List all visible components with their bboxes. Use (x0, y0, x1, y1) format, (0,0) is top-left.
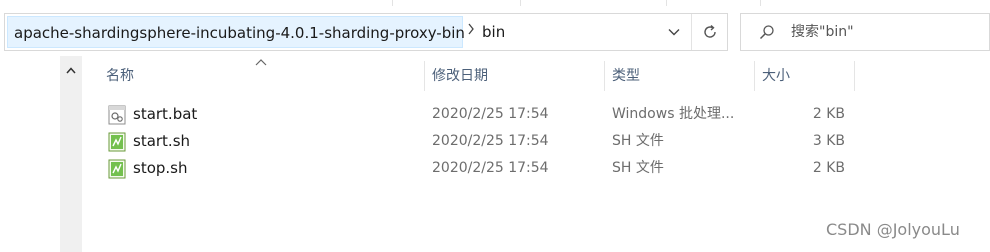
search-box[interactable]: 搜索"bin" (740, 13, 990, 51)
column-divider[interactable] (754, 61, 755, 91)
file-name: stop.sh (133, 159, 188, 177)
ribbon-separator (666, 0, 667, 6)
breadcrumb-parent-folder[interactable]: apache-shardingsphere-incubating-4.0.1-s… (7, 16, 465, 48)
file-explorer-window: apache-shardingsphere-incubating-4.0.1-s… (0, 0, 990, 252)
search-icon (757, 14, 777, 50)
column-divider[interactable] (604, 61, 605, 91)
ribbon-separator (520, 0, 521, 6)
column-header-name[interactable]: 名称 (106, 61, 134, 91)
batch-file-icon (108, 105, 126, 125)
address-divider (691, 14, 692, 50)
file-size: 3 KB (812, 133, 845, 149)
sort-ascending-icon (255, 59, 267, 66)
sh-file-icon (108, 159, 126, 179)
file-date: 2020/2/25 17:54 (432, 160, 549, 176)
file-type: SH 文件 (612, 133, 664, 149)
file-row[interactable]: start.bat 2020/2/25 17:54 Windows 批处理...… (100, 101, 860, 128)
file-type: Windows 批处理... (612, 106, 735, 122)
file-date: 2020/2/25 17:54 (432, 106, 549, 122)
column-header-date[interactable]: 修改日期 (432, 61, 488, 91)
file-size: 2 KB (812, 160, 845, 176)
ribbon-separator (760, 0, 761, 6)
column-divider[interactable] (854, 61, 855, 91)
file-size: 2 KB (812, 106, 845, 122)
ribbon-separator (392, 0, 393, 6)
file-row[interactable]: start.sh 2020/2/25 17:54 SH 文件 3 KB (100, 128, 860, 155)
address-history-dropdown-icon[interactable] (659, 14, 689, 50)
file-type: SH 文件 (612, 160, 664, 176)
refresh-icon[interactable] (693, 14, 727, 50)
ribbon-edge (0, 0, 990, 8)
file-name: start.sh (133, 132, 191, 150)
breadcrumb-chevron-icon[interactable] (463, 16, 479, 48)
column-header-size[interactable]: 大小 (762, 61, 790, 91)
column-divider[interactable] (424, 61, 425, 91)
file-row[interactable]: stop.sh 2020/2/25 17:54 SH 文件 2 KB (100, 155, 860, 182)
sh-file-icon (108, 132, 126, 152)
file-name: start.bat (133, 105, 198, 123)
column-header-type[interactable]: 类型 (612, 61, 640, 91)
breadcrumb-current-folder[interactable]: bin (482, 16, 505, 48)
search-input[interactable]: 搜索"bin" (791, 14, 854, 50)
address-bar[interactable]: apache-shardingsphere-incubating-4.0.1-s… (4, 13, 728, 51)
file-date: 2020/2/25 17:54 (432, 133, 549, 149)
navigation-pane[interactable] (0, 56, 60, 252)
scroll-up-arrow-icon[interactable] (60, 60, 82, 80)
watermark: CSDN @JolyouLu (826, 220, 960, 239)
navigation-scrollbar[interactable] (60, 56, 82, 252)
